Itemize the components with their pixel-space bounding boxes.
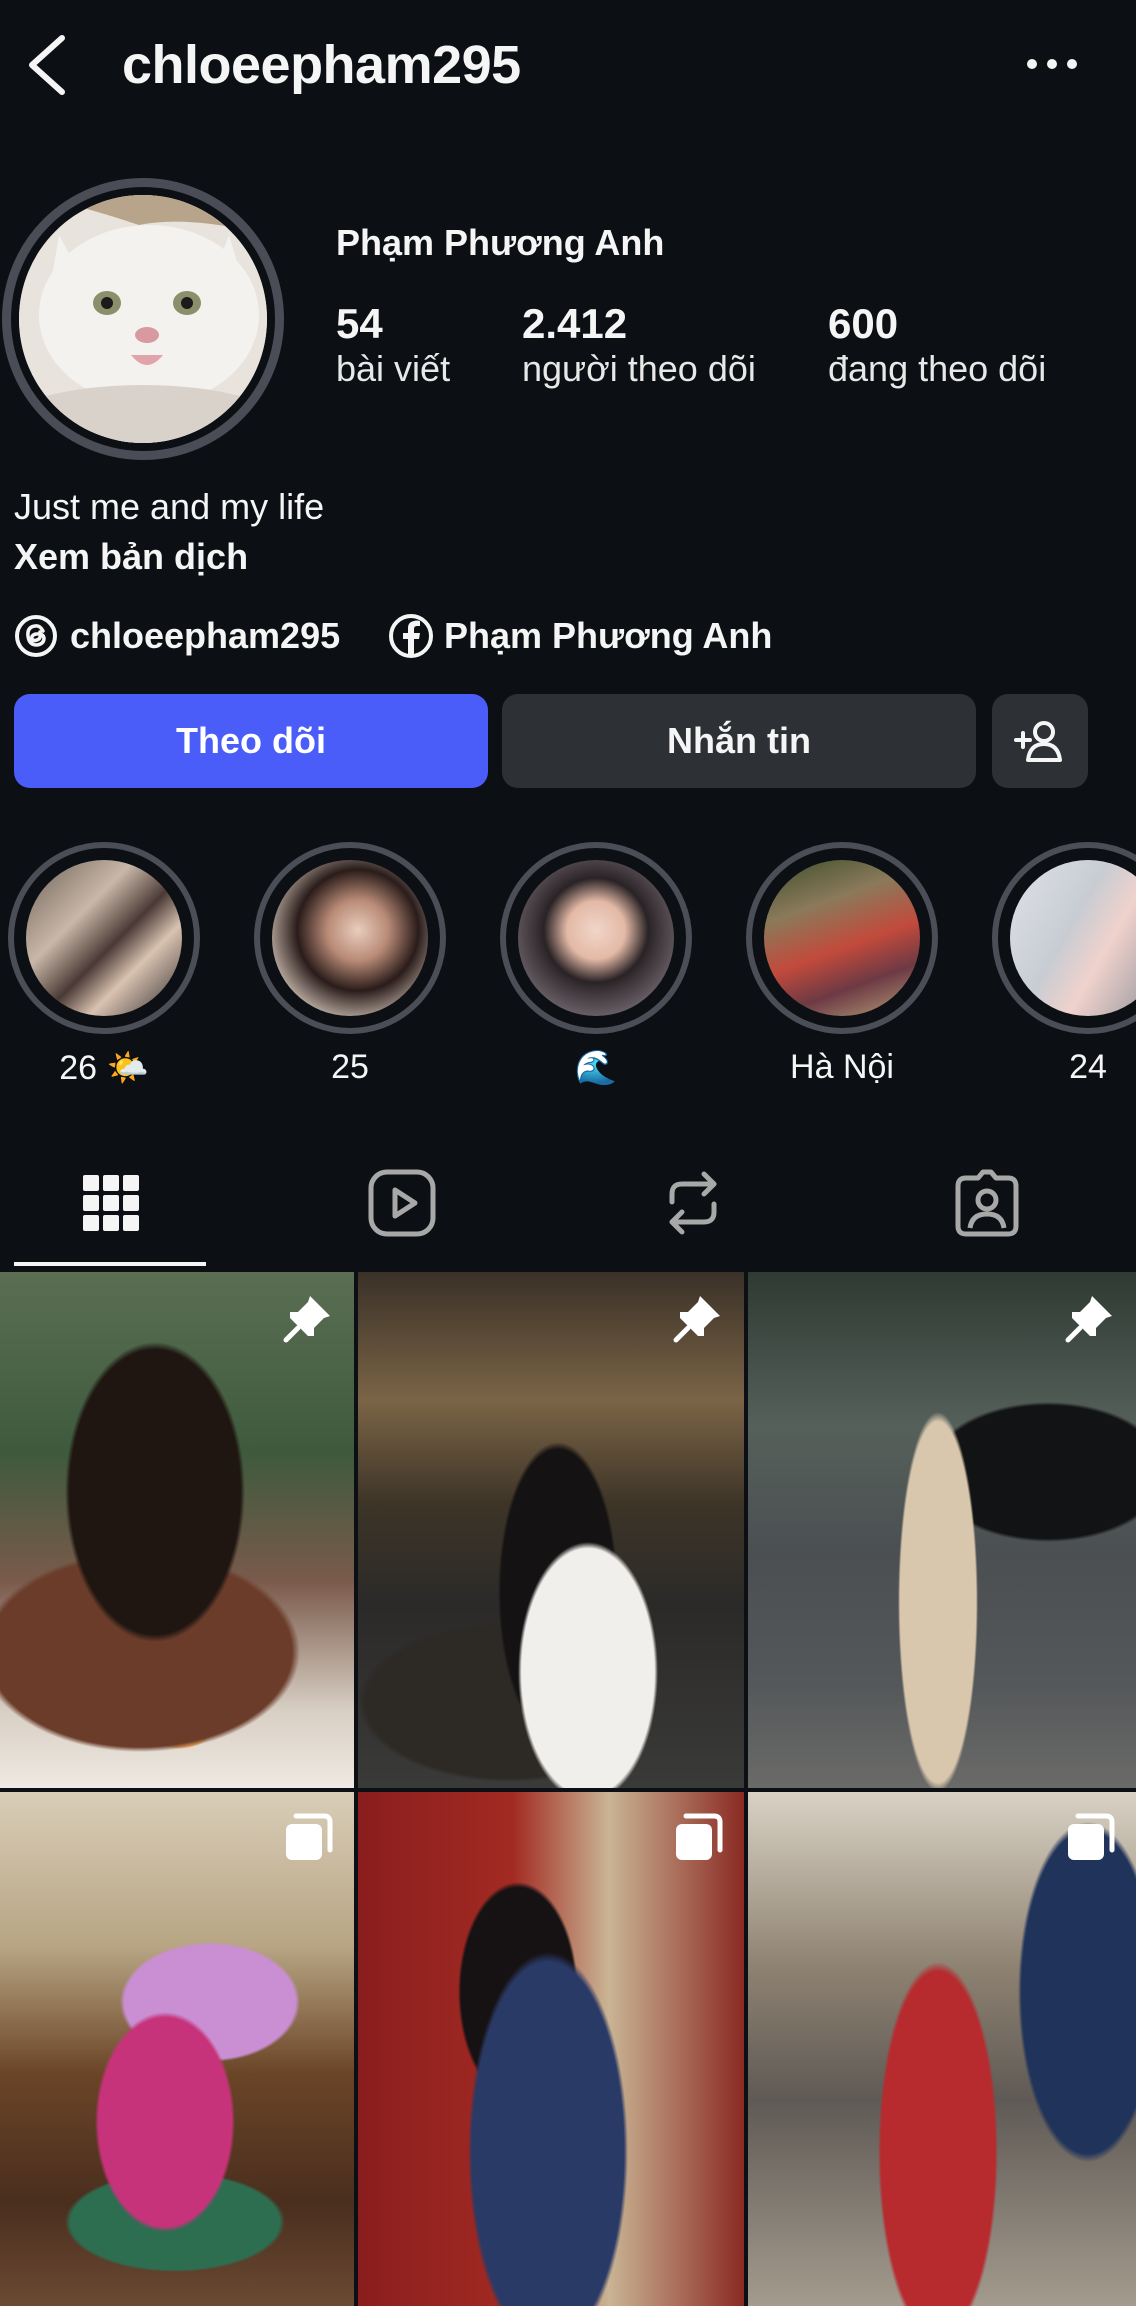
profile-bio: Just me and my life <box>14 486 325 527</box>
post-thumbnail[interactable] <box>358 1272 744 1788</box>
highlight-cover <box>272 860 428 1016</box>
pin-icon <box>283 1296 330 1343</box>
back-button[interactable] <box>22 30 72 100</box>
back-arrow-icon <box>29 35 65 95</box>
message-button[interactable]: Nhắn tin <box>502 694 976 788</box>
highlight-label: 24 <box>1069 1048 1107 1086</box>
threads-icon <box>15 615 57 657</box>
stat-following-count: 600 <box>828 300 899 347</box>
post-thumbnail[interactable] <box>748 1792 1136 2306</box>
highlight-cover <box>518 860 674 1016</box>
highlight-item[interactable]: 25 <box>254 842 446 1087</box>
pin-icon <box>673 1296 720 1343</box>
facebook-name: Phạm Phương Anh <box>444 615 773 656</box>
highlight-item[interactable]: 24 <box>992 842 1136 1087</box>
suggested-accounts-button[interactable] <box>992 694 1088 788</box>
stat-posts[interactable]: 54 bài viết <box>336 300 450 390</box>
more-icon <box>1027 59 1077 69</box>
profile-avatar[interactable] <box>2 178 284 460</box>
highlight-label: 25 <box>331 1048 369 1086</box>
profile-username: chloeepham295 <box>122 35 521 95</box>
post-photo <box>0 1272 354 1788</box>
post-photo <box>748 1272 1136 1788</box>
highlight-cover <box>1010 860 1136 1016</box>
highlight-label: 🌊 <box>574 1049 618 1087</box>
post-photo <box>358 1272 744 1788</box>
follow-button[interactable]: Theo dõi <box>14 694 488 788</box>
stat-following[interactable]: 600 đang theo dõi <box>828 300 1046 390</box>
reposts-icon <box>669 1171 717 1235</box>
highlight-cover <box>26 860 182 1016</box>
tab-posts[interactable] <box>16 1140 206 1266</box>
post-photo <box>0 1792 354 2306</box>
tab-reposts[interactable] <box>598 1140 788 1266</box>
threads-link[interactable]: chloeepham295 <box>14 608 340 664</box>
highlight-cover <box>764 860 920 1016</box>
post-thumbnail[interactable] <box>0 1792 354 2306</box>
stat-followers-label: người theo dõi <box>522 348 756 389</box>
stat-following-label: đang theo dõi <box>828 348 1047 389</box>
grid-icon <box>83 1175 139 1231</box>
highlight-item[interactable]: Hà Nội <box>746 842 938 1087</box>
stat-posts-label: bài viết <box>336 348 451 389</box>
add-person-icon <box>1014 721 1062 762</box>
carousel-icon <box>1068 1813 1115 1860</box>
highlight-item[interactable]: 26 🌤️ <box>8 842 200 1088</box>
selected-tab-indicator <box>14 1262 206 1266</box>
threads-handle: chloeepham295 <box>70 615 341 656</box>
profile-full-name: Phạm Phương Anh <box>336 222 665 263</box>
post-thumbnail[interactable] <box>748 1272 1136 1788</box>
carousel-icon <box>286 1813 333 1860</box>
carousel-icon <box>676 1813 723 1860</box>
see-translation-link[interactable]: Xem bản dịch <box>14 536 248 578</box>
facebook-link[interactable]: Phạm Phương Anh <box>388 608 772 664</box>
stat-followers[interactable]: 2.412 người theo dõi <box>522 300 756 390</box>
tagged-icon <box>955 1169 1019 1237</box>
highlight-label: 26 🌤️ <box>59 1049 149 1087</box>
avatar-photo <box>19 195 267 443</box>
stat-posts-count: 54 <box>336 300 383 347</box>
reels-icon <box>368 1169 436 1237</box>
stat-followers-count: 2.412 <box>522 300 628 347</box>
more-options-button[interactable] <box>1024 46 1080 82</box>
post-thumbnail[interactable] <box>0 1272 354 1788</box>
highlight-item[interactable]: 🌊 <box>500 842 692 1088</box>
tab-tagged[interactable] <box>892 1140 1082 1266</box>
pin-icon <box>1065 1296 1112 1343</box>
post-photo <box>358 1792 744 2306</box>
tab-reels[interactable] <box>307 1140 497 1266</box>
post-photo <box>748 1792 1136 2306</box>
facebook-icon <box>389 614 433 658</box>
highlight-label: Hà Nội <box>790 1048 894 1086</box>
post-thumbnail[interactable] <box>358 1792 744 2306</box>
